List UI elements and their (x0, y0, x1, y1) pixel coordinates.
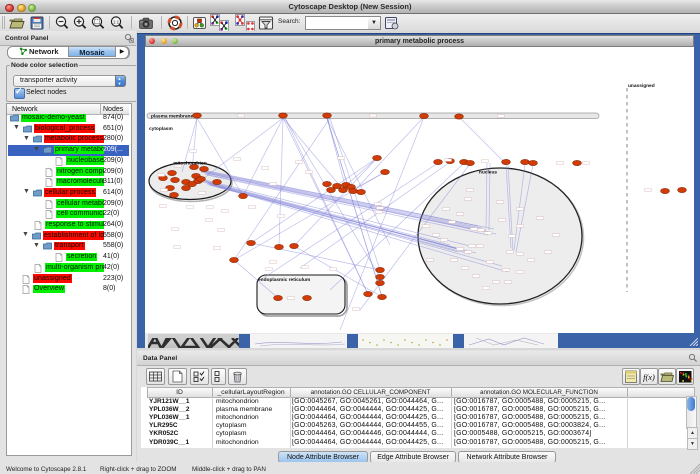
svg-text:endoplasmic reticulum: endoplasmic reticulum (258, 277, 310, 283)
svg-text:plasma membrane: plasma membrane (151, 114, 193, 120)
svg-text:unassigned: unassigned (628, 83, 655, 89)
svg-text:nucleus: nucleus (479, 170, 497, 176)
svg-text:mitochondrion: mitochondrion (173, 161, 207, 167)
svg-text:f(x): f(x) (643, 372, 655, 382)
svg-text:1:1: 1:1 (113, 19, 120, 24)
svg-text:cytoplasm: cytoplasm (149, 126, 173, 132)
